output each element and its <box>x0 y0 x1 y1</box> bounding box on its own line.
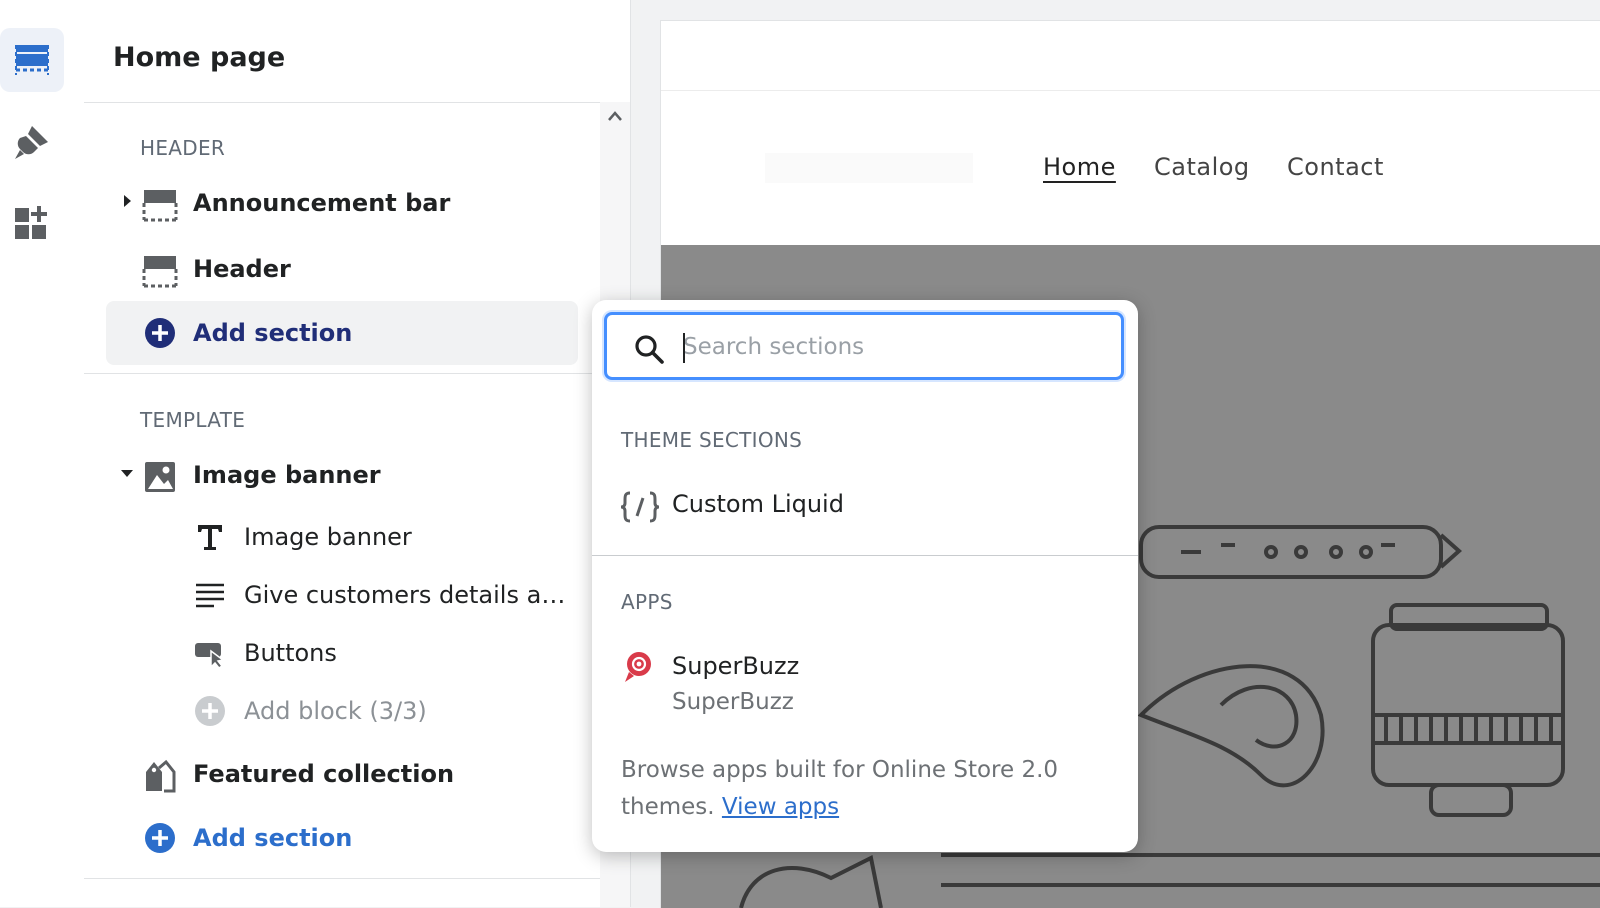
left-rail <box>0 0 85 907</box>
plus-circle-icon <box>145 823 175 853</box>
section-label: Featured collection <box>193 760 455 788</box>
block-label: Image banner <box>244 523 412 551</box>
superbuzz-app-icon <box>625 652 651 682</box>
add-block-label: Add block (3/3) <box>244 697 427 725</box>
theme-sections-label: THEME SECTIONS <box>621 428 803 452</box>
sidebar-header: Home page <box>84 0 630 103</box>
block-buttons[interactable]: Buttons <box>194 625 574 681</box>
plus-circle-icon <box>145 318 175 348</box>
apps-icon <box>15 206 47 239</box>
nav-link-contact[interactable]: Contact <box>1287 153 1384 181</box>
sections-icon <box>15 45 49 75</box>
section-featured-collection[interactable]: Featured collection <box>106 744 578 804</box>
app-name: SuperBuzz <box>672 652 800 680</box>
collection-icon <box>146 759 176 793</box>
view-apps-link[interactable]: View apps <box>722 794 839 820</box>
caret-down-icon[interactable] <box>119 465 135 481</box>
add-section-label: Add section <box>193 319 353 347</box>
announcement-bar-icon <box>142 190 178 222</box>
sections-sidebar: Home page HEADER Announcement bar Header… <box>84 0 631 907</box>
block-text[interactable]: Give customers details about the banner … <box>194 567 579 623</box>
add-section-button-template[interactable]: Add section <box>106 808 578 868</box>
section-announcement-bar[interactable]: Announcement bar <box>106 173 578 233</box>
browse-apps-note: Browse apps built for Online Store 2.0 t… <box>621 752 1101 826</box>
theme-section-custom-liquid[interactable]: Custom Liquid <box>614 486 1114 530</box>
sections-tab-button[interactable] <box>0 28 64 92</box>
button-icon <box>195 643 225 669</box>
section-image-banner[interactable]: Image banner <box>106 445 578 505</box>
block-label: Give customers details about the banner … <box>244 581 579 609</box>
section-label: Header <box>193 255 291 283</box>
group-divider <box>84 373 600 374</box>
section-header[interactable]: Header <box>106 239 578 299</box>
app-developer: SuperBuzz <box>672 689 794 715</box>
caret-right-icon[interactable] <box>119 193 135 209</box>
group-divider <box>84 878 600 879</box>
template-group-label: TEMPLATE <box>140 408 246 432</box>
search-sections-field[interactable] <box>604 312 1124 380</box>
chevron-up-icon <box>608 111 622 121</box>
scroll-up-button[interactable] <box>604 104 626 128</box>
image-icon <box>145 462 175 492</box>
page-title: Home page <box>113 42 286 73</box>
app-embeds-button[interactable] <box>0 190 64 254</box>
paintbrush-icon <box>15 126 48 159</box>
app-superbuzz[interactable]: SuperBuzz SuperBuzz <box>614 650 1114 730</box>
preview-announcement-bar <box>661 21 1600 91</box>
add-section-button-header[interactable]: Add section <box>106 301 578 365</box>
nav-link-catalog[interactable]: Catalog <box>1154 153 1250 181</box>
search-sections-input[interactable] <box>681 327 1105 367</box>
paragraph-icon <box>196 583 224 608</box>
plus-circle-icon <box>195 696 225 726</box>
block-label: Buttons <box>244 639 337 667</box>
code-braces-icon <box>620 491 660 523</box>
browse-apps-text: Browse apps built for Online Store 2.0 t… <box>621 757 1059 820</box>
header-icon <box>142 256 178 288</box>
add-section-label: Add section <box>193 824 353 852</box>
add-section-popover: THEME SECTIONS Custom Liquid APPS SuperB… <box>592 300 1138 852</box>
text-cursor <box>683 333 685 363</box>
section-label: Image banner <box>193 461 381 489</box>
store-logo <box>765 153 973 183</box>
header-group-label: HEADER <box>140 136 226 160</box>
nav-link-home[interactable]: Home <box>1043 153 1116 181</box>
add-block-button[interactable]: Add block (3/3) <box>194 683 574 739</box>
theme-settings-button[interactable] <box>0 110 64 174</box>
popover-divider <box>592 555 1138 556</box>
search-icon <box>635 335 664 364</box>
apps-label: APPS <box>621 590 673 614</box>
theme-section-label: Custom Liquid <box>672 490 844 518</box>
section-label: Announcement bar <box>193 189 451 217</box>
block-image-banner-heading[interactable]: Image banner <box>194 509 574 565</box>
text-icon <box>198 525 222 550</box>
